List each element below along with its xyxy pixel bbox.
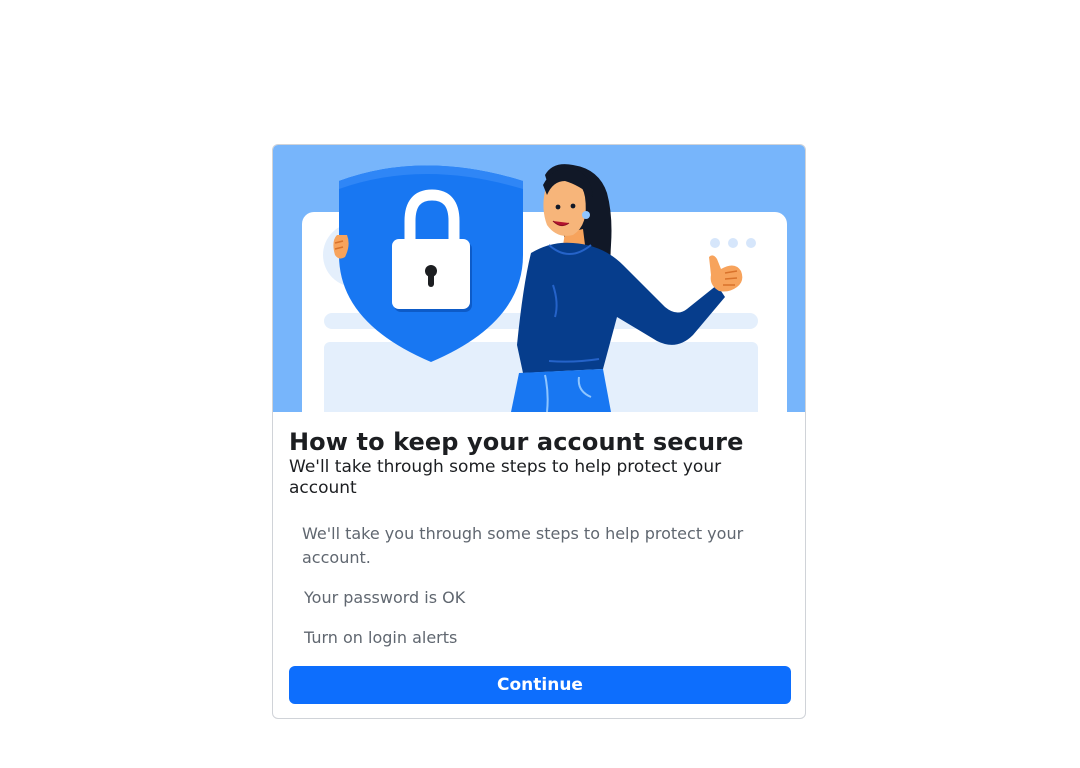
dialog-title: How to keep your account secure bbox=[289, 428, 744, 456]
dialog-header: How to keep your account secure We'll ta… bbox=[289, 427, 791, 499]
step-item: Turn on login alerts bbox=[304, 628, 458, 647]
step-item: Your password is OK bbox=[304, 588, 466, 607]
security-dialog: How to keep your account secure We'll ta… bbox=[272, 144, 806, 719]
woman-illustration bbox=[302, 164, 787, 412]
step-item: We'll take you through some steps to hel… bbox=[302, 524, 744, 567]
continue-button[interactable]: Continue bbox=[289, 666, 791, 704]
dialog-subtitle: We'll take through some steps to help pr… bbox=[289, 457, 722, 498]
hero-illustration bbox=[273, 145, 805, 412]
